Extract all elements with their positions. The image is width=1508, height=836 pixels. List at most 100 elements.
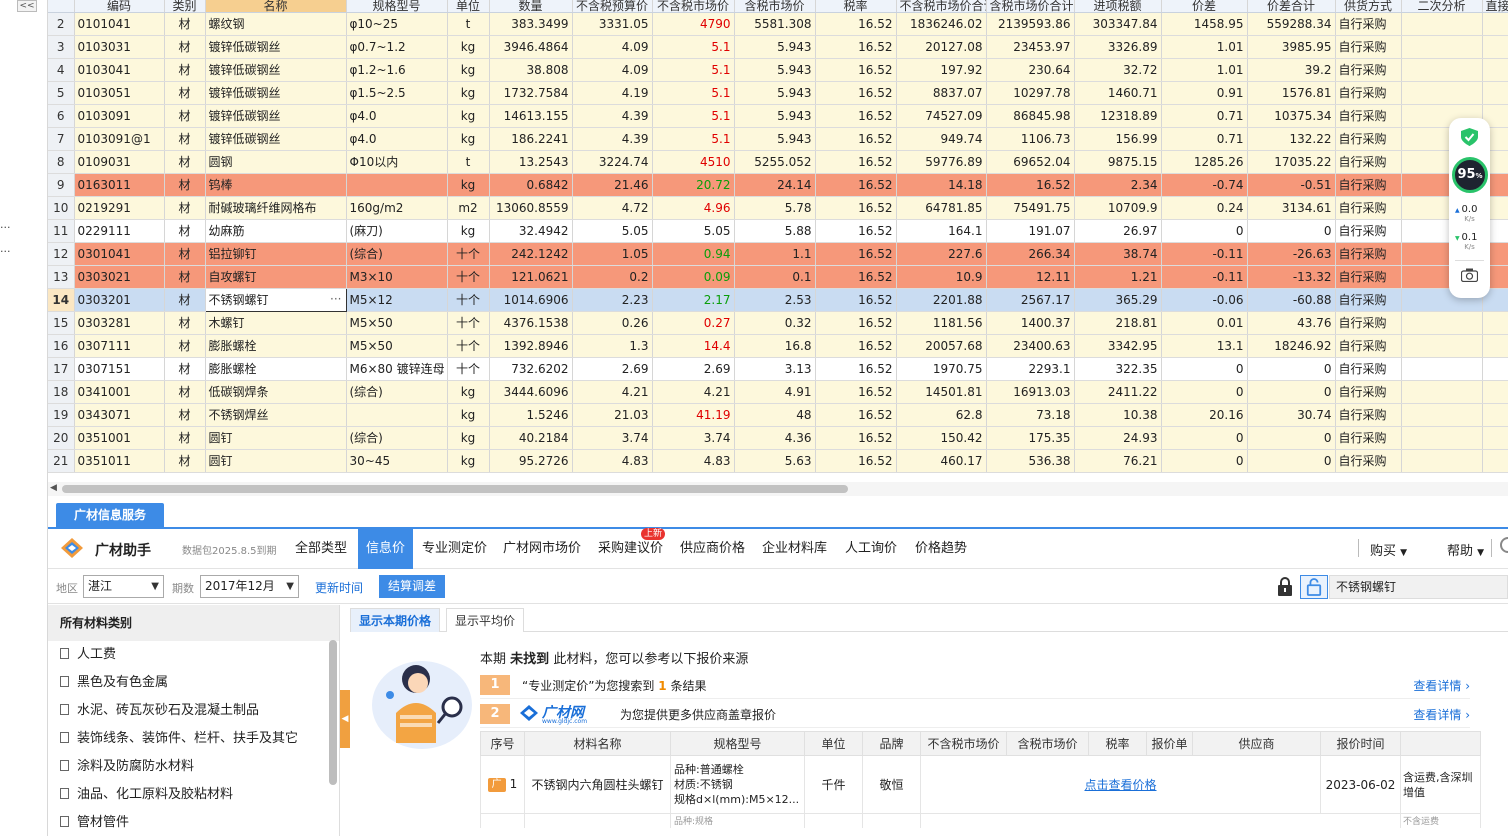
cell-n[interactable]: 2	[48, 12, 75, 36]
cell-code[interactable]: 0307151	[74, 357, 165, 381]
cell-code[interactable]: 0103051	[74, 81, 165, 105]
cell-n[interactable]: 17	[48, 357, 75, 381]
cell-qty[interactable]: 13060.8559	[489, 196, 573, 220]
cell-tax[interactable]: 2.34	[1074, 173, 1162, 197]
cell-sum-mkt_tax[interactable]: 23453.97	[986, 35, 1075, 59]
cell-sum-mkt_tax[interactable]: 1106.73	[986, 127, 1075, 151]
cell-supply[interactable]: 自行采购	[1335, 173, 1402, 197]
cell-rate[interactable]: 16.52	[815, 173, 897, 197]
cell-direct[interactable]	[1482, 35, 1508, 59]
cell-cat[interactable]: 材	[164, 449, 206, 473]
cell-tax[interactable]: 322.35	[1074, 357, 1162, 381]
cell-diff-sum[interactable]: 0	[1247, 357, 1336, 381]
cell-sum-mkt_tax[interactable]: 266.34	[986, 242, 1075, 266]
cell-diff-sum[interactable]: -60.88	[1247, 288, 1336, 312]
cell-code[interactable]: 0301041	[74, 242, 165, 266]
cell-budget[interactable]: 2.23	[572, 288, 653, 312]
cell-unit[interactable]: 十个	[447, 311, 490, 335]
cell-secondary-analysis[interactable]	[1401, 12, 1483, 36]
cell-mkt[interactable]: 2.17	[652, 288, 735, 312]
cell-qty[interactable]: 732.6202	[489, 357, 573, 381]
cell-mkt[interactable]: 5.1	[652, 58, 735, 82]
cell-direct[interactable]	[1482, 403, 1508, 427]
cell-rate[interactable]: 16.52	[815, 311, 897, 335]
cell-spec[interactable]: φ10~25	[346, 12, 448, 36]
column-header-code[interactable]: 编码	[74, 0, 165, 13]
cell-sum-mkt[interactable]: 64781.85	[896, 196, 987, 220]
cell-rate[interactable]: 16.52	[815, 288, 897, 312]
cell-unit[interactable]: 十个	[447, 265, 490, 289]
cell-tax[interactable]: 38.74	[1074, 242, 1162, 266]
cell-sum-mkt[interactable]: 2201.88	[896, 288, 987, 312]
cell-code[interactable]: 0303021	[74, 265, 165, 289]
cell-name[interactable]: 自攻螺钉	[205, 265, 347, 289]
cell-unit[interactable]: kg	[447, 449, 490, 473]
cell-spec[interactable]: φ4.0	[346, 104, 448, 128]
cell-sum-mkt_tax[interactable]: 175.35	[986, 426, 1075, 450]
cell-supply[interactable]: 自行采购	[1335, 35, 1402, 59]
cell-tax[interactable]: 1460.71	[1074, 81, 1162, 105]
cell-rate[interactable]: 16.52	[815, 449, 897, 473]
cell-mkt-tax[interactable]: 16.8	[734, 334, 816, 358]
table-row[interactable]: 11 0229111 材幼麻筋 (麻刀) kg 32.4942 5.05 5.05 5.88 16…	[48, 219, 1508, 243]
cell-mkt-tax[interactable]: 5581.308	[734, 12, 816, 36]
cell-code[interactable]: 0303281	[74, 311, 165, 335]
cell-tax[interactable]: 26.97	[1074, 219, 1162, 243]
cell-supply[interactable]: 自行采购	[1335, 196, 1402, 220]
cell-rate[interactable]: 16.52	[815, 357, 897, 381]
cell-sum-mkt_tax[interactable]: 73.18	[986, 403, 1075, 427]
cell-code[interactable]: 0109031	[74, 150, 165, 174]
cell-mkt-tax[interactable]: 24.14	[734, 173, 816, 197]
cell-n[interactable]: 13	[48, 265, 75, 289]
cell-mkt-tax[interactable]: 5.63	[734, 449, 816, 473]
cell-name[interactable]: 圆钉	[205, 449, 347, 473]
column-header-supply-mode[interactable]: 供货方式	[1335, 0, 1402, 13]
column-header-direct[interactable]: 直接	[1482, 0, 1508, 13]
cell-sum-mkt_tax[interactable]: 2139593.86	[986, 12, 1075, 36]
table-row[interactable]: 16 0307111 材膨胀螺栓 M5×50 十个 1392.8946 1.3 14.4 16.…	[48, 334, 1508, 358]
cell-cat[interactable]: 材	[164, 150, 206, 174]
cell-mkt[interactable]: 0.94	[652, 242, 735, 266]
cell-n[interactable]: 9	[48, 173, 75, 197]
cell-mkt[interactable]: 4.21	[652, 380, 735, 404]
cell-sum-mkt[interactable]: 59776.89	[896, 150, 987, 174]
cell-diff[interactable]: 20.16	[1161, 403, 1248, 427]
cell-cat[interactable]: 材	[164, 35, 206, 59]
cell-diff-sum[interactable]: 1576.81	[1247, 81, 1336, 105]
cell-sum-mkt_tax[interactable]: 2293.1	[986, 357, 1075, 381]
cell-tax[interactable]: 10709.9	[1074, 196, 1162, 220]
cell-diff[interactable]: 0.71	[1161, 127, 1248, 151]
cell-diff-sum[interactable]: 0	[1247, 219, 1336, 243]
cell-diff-sum[interactable]: 18246.92	[1247, 334, 1336, 358]
cell-mkt-tax[interactable]: 5.88	[734, 219, 816, 243]
cell-code[interactable]: 0343071	[74, 403, 165, 427]
column-header-row-index[interactable]	[48, 0, 75, 13]
cell-cat[interactable]: 材	[164, 196, 206, 220]
cell-direct[interactable]	[1482, 58, 1508, 82]
cell-code[interactable]: 0351001	[74, 426, 165, 450]
nav-market-price[interactable]: 广材网市场价	[503, 529, 581, 569]
cell-rate[interactable]: 16.52	[815, 242, 897, 266]
cell-cat[interactable]: 材	[164, 127, 206, 151]
cell-rate[interactable]: 16.52	[815, 380, 897, 404]
table-row[interactable]: 13 0303021 材自攻螺钉 M3×10 十个 121.0621 0.2 0.09 0.1 1…	[48, 265, 1508, 289]
cell-budget[interactable]: 21.03	[572, 403, 653, 427]
cell-sum-mkt_tax[interactable]: 1400.37	[986, 311, 1075, 335]
category-scrollbar-thumb[interactable]	[329, 640, 337, 785]
cell-sum-mkt[interactable]: 20127.08	[896, 35, 987, 59]
ellipsis-icon[interactable]: ···	[330, 292, 341, 306]
cell-diff-sum[interactable]: -0.51	[1247, 173, 1336, 197]
cell-diff[interactable]: -0.74	[1161, 173, 1248, 197]
cell-sum-mkt_tax[interactable]: 16.52	[986, 173, 1075, 197]
cell-n[interactable]: 16	[48, 334, 75, 358]
cell-mkt[interactable]: 0.27	[652, 311, 735, 335]
cell-name[interactable]: 螺纹钢	[205, 12, 347, 36]
cell-spec[interactable]	[346, 403, 448, 427]
cell-name[interactable]: 圆钉	[205, 426, 347, 450]
cell-diff[interactable]: -0.11	[1161, 265, 1248, 289]
cell-supply[interactable]: 自行采购	[1335, 127, 1402, 151]
cell-unit[interactable]: kg	[447, 81, 490, 105]
cell-rate[interactable]: 16.52	[815, 104, 897, 128]
cell-mkt-tax[interactable]: 48	[734, 403, 816, 427]
cell-name[interactable]: 低碳钢焊条	[205, 380, 347, 404]
